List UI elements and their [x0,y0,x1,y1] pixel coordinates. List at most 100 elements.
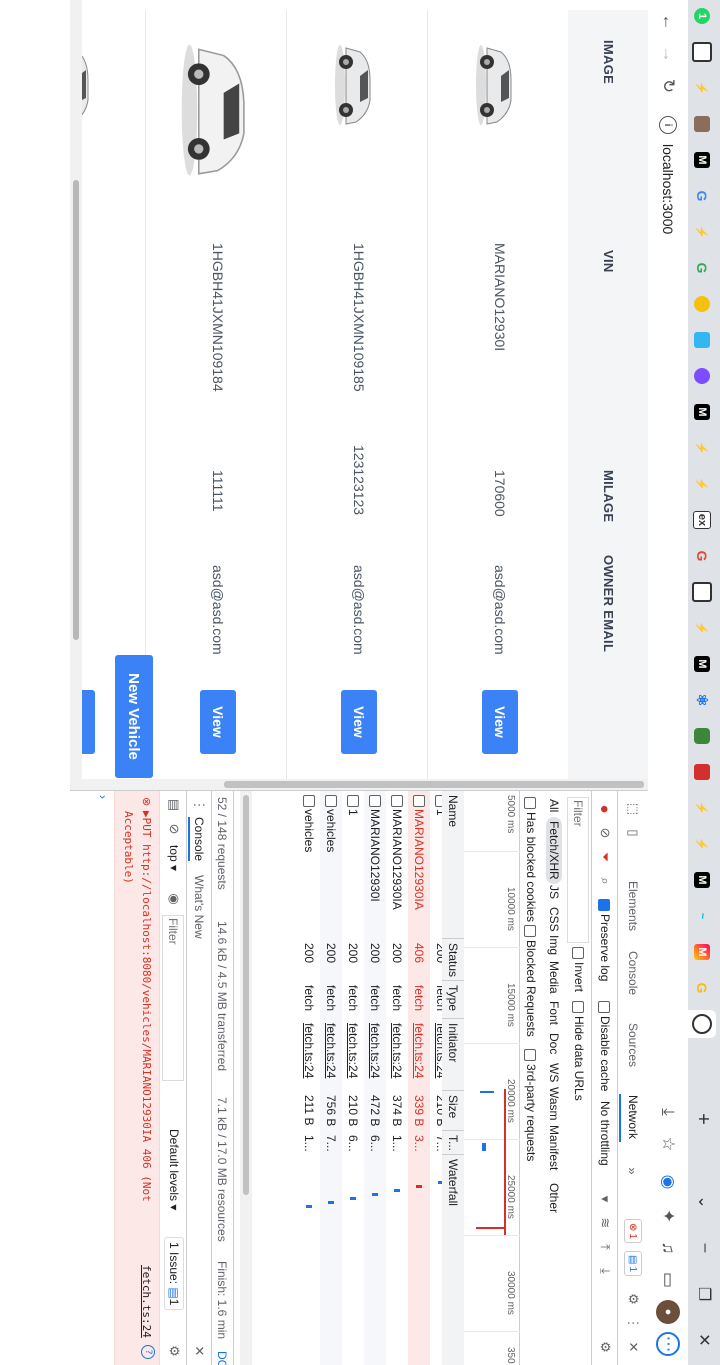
tab-active[interactable] [688,1010,716,1038]
media-icon[interactable]: ♫ [656,1236,680,1260]
tab-wave[interactable]: ~ [688,902,716,930]
type-js[interactable]: JS [546,881,562,903]
forward-arrow-icon[interactable]: → [656,42,680,66]
tab-medium-4[interactable]: M [688,866,716,894]
tab-medium-2[interactable]: M [688,398,716,426]
tab-whatsapp[interactable]: 1 [688,2,716,30]
extension-icon[interactable]: ◉ [656,1170,680,1194]
tab-spark-3[interactable]: ⚡ [688,434,716,462]
blocked-requests-checkbox[interactable]: Blocked Requests [524,925,538,1037]
request-checkbox[interactable] [391,795,403,807]
request-row[interactable]: MARIANO12930IA 406 fetch fetch.ts:24 339 B 3.… [408,791,430,1365]
tab-spark-7[interactable]: ⚡ [688,830,716,858]
tab-spark-6[interactable]: ⚡ [688,794,716,822]
address-bar[interactable]: i localhost:3000 [654,110,682,1120]
more-options-icon[interactable]: ⋮ [625,1315,641,1331]
scrollbar-thumb[interactable] [243,795,249,1195]
close-window-button[interactable]: ✕ [694,1328,714,1352]
tab-spark-4[interactable]: ⚡ [688,470,716,498]
error-text[interactable]: ▶PUT http://localhost:8080/vehicles/MARI… [140,811,153,1202]
log-levels-select[interactable]: Default levels ▾ [167,1129,181,1210]
type-doc[interactable]: Doc [546,1029,562,1058]
side-panel-icon[interactable]: ▭ [656,1268,680,1292]
drawer-tab-whats-new[interactable]: What's New [192,875,206,939]
close-devtools-icon[interactable]: ✕ [625,1339,641,1355]
type-fetch-xhr[interactable]: Fetch/XHR [546,817,562,884]
request-initiator[interactable]: fetch.ts:24 [434,1023,442,1089]
tab-sources[interactable]: Sources [626,1023,640,1067]
tab-elements[interactable]: Elements [626,881,640,931]
error-count-badge[interactable]: ⊗ 1 [624,1219,642,1243]
tab-console[interactable]: Console [626,951,640,995]
type-manifest[interactable]: Manifest [546,1121,562,1174]
request-row[interactable]: MARIANO12930I 200 fetch fetch.ts:24 472 B 6..… [364,791,386,1365]
drawer-tab-console[interactable]: Console [188,817,206,862]
tab-google-4[interactable]: G [688,974,716,1002]
request-row[interactable]: vehicles 200 fetch fetch.ts:24 756 B 7... [320,791,342,1365]
col-type[interactable]: Type [442,981,464,1019]
more-tabs-icon[interactable]: » [625,1163,641,1179]
tab-face[interactable] [688,290,716,318]
tab-medium-5[interactable]: M [688,938,716,966]
network-conditions-icon[interactable]: ≋ [597,1215,613,1231]
console-filter-input[interactable] [162,915,184,1081]
drawer-menu-icon[interactable]: ⋮ [191,797,207,813]
disable-cache-checkbox[interactable]: Disable cache [598,1001,612,1091]
request-checkbox[interactable] [347,795,359,807]
hide-data-urls-checkbox[interactable]: Hide data URLs [572,1001,586,1101]
page-vertical-scrollbar[interactable] [70,779,648,790]
tab-chat[interactable] [688,326,716,354]
scrollbar-thumb[interactable] [73,180,79,640]
request-checkbox[interactable] [303,795,315,807]
has-blocked-cookies-checkbox[interactable]: Has blocked cookies [524,797,538,922]
import-har-icon[interactable]: ⤒ [597,1239,613,1255]
checkbox[interactable] [524,797,537,809]
install-app-icon[interactable]: ⤓ [656,1100,680,1124]
restore-button[interactable]: ❐ [694,1282,714,1306]
third-party-checkbox[interactable]: 3rd-party requests [524,1049,538,1161]
requests-horizontal-scrollbar[interactable] [240,791,252,1365]
tab-blank-2[interactable] [688,578,716,606]
request-checkbox[interactable] [435,795,442,807]
checkbox-checked[interactable] [598,899,611,911]
request-initiator[interactable]: fetch.ts:24 [346,1023,360,1089]
inspect-element-icon[interactable]: ⬚ [625,801,641,817]
request-initiator[interactable]: fetch.ts:24 [368,1023,382,1089]
console-settings-icon[interactable]: ⚙ [166,1343,182,1359]
col-waterfall[interactable]: Waterfall [442,1155,464,1365]
search-icon[interactable]: ⌕ [597,873,613,889]
error-source-link[interactable]: fetch.ts:24 [140,1265,153,1338]
col-size[interactable]: Size [442,1091,464,1131]
sidebar-toggle-icon[interactable]: ▤ [166,797,182,813]
tab-feather[interactable] [688,362,716,390]
invert-checkbox[interactable]: Invert [572,947,586,992]
tab-google-1[interactable]: G [688,182,716,210]
tab-blank[interactable] [688,38,716,66]
type-img[interactable]: Img [546,931,562,959]
page-horizontal-scrollbar[interactable] [70,0,82,790]
scrollbar-thumb[interactable] [224,781,644,788]
col-time[interactable]: T... [442,1131,464,1155]
request-checkbox[interactable] [369,795,381,807]
request-row[interactable]: 1 200 fetch fetch.ts:24 210 B 6... [342,791,364,1365]
network-overview-timeline[interactable]: 5000 ms 10000 ms 15000 ms 20000 ms 25000… [463,791,520,1365]
request-initiator[interactable]: fetch.ts:24 [390,1023,404,1089]
bookmark-star-icon[interactable]: ☆ [656,1132,680,1156]
view-button[interactable]: View [341,690,377,754]
device-toolbar-icon[interactable]: ▯ [625,825,641,841]
info-icon[interactable]: i [659,116,677,134]
export-har-icon[interactable]: ⤓ [597,1263,613,1279]
tab-spark-2[interactable]: ⚡ [688,218,716,246]
issues-count-badge[interactable]: ▤ 1 [624,1251,642,1277]
tab-ex[interactable]: ex [688,506,716,534]
tab-google-2[interactable]: G [688,254,716,282]
tab-network[interactable]: Network [626,1095,640,1139]
view-button[interactable]: View [482,690,518,754]
type-other[interactable]: Other [546,1179,562,1217]
context-selector[interactable]: top ▾ [167,845,181,871]
col-name[interactable]: Name [442,791,464,939]
checkbox[interactable] [524,1049,537,1061]
col-initiator[interactable]: Initiator [442,1019,464,1091]
console-prompt-chevron[interactable]: › [96,795,110,799]
type-all[interactable]: All [546,795,562,816]
